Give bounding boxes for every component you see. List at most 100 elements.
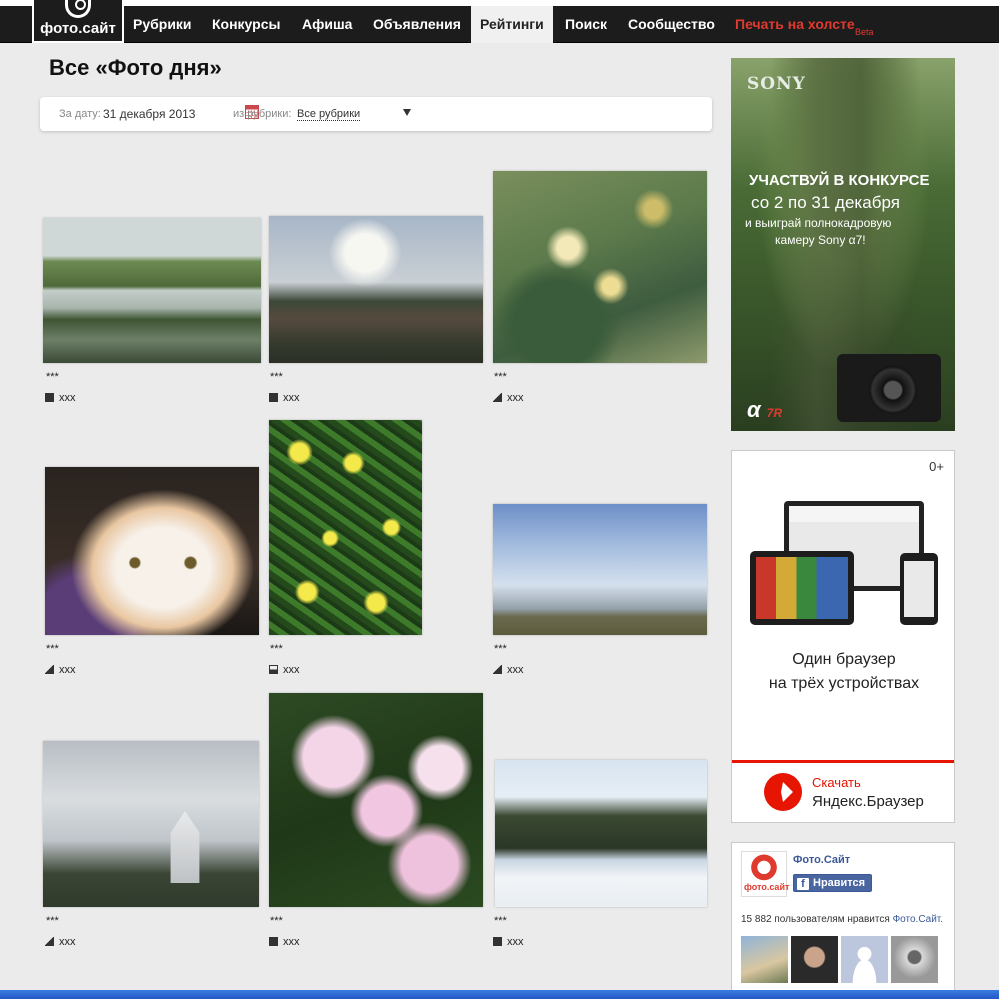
- photo-author[interactable]: xxx: [269, 936, 300, 948]
- author-name[interactable]: xxx: [59, 936, 76, 948]
- category-label: из рубрики:: [233, 108, 292, 120]
- site-logo-thumbnail[interactable]: фото.сайт: [741, 851, 790, 897]
- author-name[interactable]: xxx: [507, 392, 524, 404]
- filter-bar: За дату: 31 декабря 2013 из рубрики: Все…: [40, 97, 712, 131]
- photo-thumbnail-field[interactable]: [493, 504, 707, 635]
- author-level-icon: [45, 937, 54, 946]
- page-title: Все «Фото дня»: [49, 55, 222, 80]
- fan-avatar[interactable]: [791, 936, 838, 983]
- photo-author[interactable]: xxx: [45, 936, 76, 948]
- category-select[interactable]: Все рубрики: [297, 108, 361, 121]
- author-name[interactable]: xxx: [59, 664, 76, 676]
- date-value[interactable]: 31 декабря 2013: [103, 107, 195, 121]
- nav-events[interactable]: Афиша: [302, 6, 352, 43]
- author-level-icon: [493, 393, 502, 402]
- camera-model: α 7R: [747, 397, 782, 423]
- photo-author[interactable]: xxx: [493, 936, 524, 948]
- sony-banner-ad[interactable]: SONY УЧАСТВУЙ В КОНКУРСЕ со 2 по 31 дека…: [731, 58, 955, 431]
- photo-author[interactable]: xxx: [269, 392, 300, 404]
- like-count-link[interactable]: Фото.Сайт.: [893, 914, 943, 925]
- nav-community[interactable]: Сообщество: [628, 6, 715, 43]
- nav-canvas-print[interactable]: Печать на холсте: [735, 6, 855, 43]
- author-level-icon: [269, 665, 278, 674]
- facebook-icon: f: [797, 878, 809, 890]
- photo-caption[interactable]: ***: [494, 643, 507, 655]
- like-count-text: 15 882 пользователям нравится: [741, 914, 890, 925]
- yandex-browser-icon: [764, 773, 802, 811]
- photo-thumbnail-honeysuckle[interactable]: [493, 171, 707, 363]
- author-level-icon: [269, 937, 278, 946]
- photo-author[interactable]: xxx: [269, 664, 300, 676]
- author-level-icon: [45, 665, 54, 674]
- camera-lens-icon: [65, 0, 91, 18]
- photo-caption[interactable]: ***: [46, 915, 59, 927]
- photo-author[interactable]: xxx: [45, 664, 76, 676]
- yandex-browser-ad[interactable]: 0+ Один браузер на трёх устройствах Скач…: [731, 450, 955, 823]
- model-suffix: 7R: [766, 406, 783, 420]
- author-level-icon: [493, 937, 502, 946]
- ad-message: Один браузер: [792, 651, 896, 668]
- facebook-like-box: фото.сайт Фото.Сайт f Нравится 15 882 пол…: [731, 842, 955, 992]
- photo-caption[interactable]: ***: [46, 643, 59, 655]
- photo-thumbnail-village[interactable]: [269, 216, 483, 363]
- photo-caption[interactable]: ***: [270, 915, 283, 927]
- facebook-like-button[interactable]: f Нравится: [793, 874, 873, 892]
- facebook-page-name[interactable]: Фото.Сайт: [793, 854, 850, 866]
- author-level-icon: [269, 393, 278, 402]
- sony-logo: SONY: [747, 74, 806, 94]
- logo-text: фото.сайт: [40, 20, 116, 37]
- author-level-icon: [493, 665, 502, 674]
- author-name[interactable]: xxx: [283, 936, 300, 948]
- author-name[interactable]: xxx: [283, 664, 300, 676]
- fan-avatar[interactable]: [841, 936, 888, 983]
- ad-text: камеру Sony α7!: [775, 233, 866, 247]
- photo-author[interactable]: xxx: [493, 392, 524, 404]
- photo-author[interactable]: xxx: [493, 664, 524, 676]
- tablet-icon: [750, 551, 854, 625]
- photo-thumbnail-church[interactable]: [43, 741, 259, 907]
- author-name[interactable]: xxx: [507, 936, 524, 948]
- author-name[interactable]: xxx: [59, 392, 76, 404]
- ad-headline: УЧАСТВУЙ В КОНКУРСЕ: [749, 172, 930, 189]
- photo-caption[interactable]: ***: [46, 371, 59, 383]
- author-level-icon: [45, 393, 54, 402]
- download-label[interactable]: Скачать: [812, 775, 861, 790]
- photo-thumbnail-winter[interactable]: [495, 760, 707, 907]
- ad-message: на трёх устройствах: [768, 675, 920, 692]
- date-label: За дату:: [59, 108, 101, 120]
- fan-avatar[interactable]: [741, 936, 788, 983]
- like-count: 15 882 пользователям нравится Фото.Сайт.: [741, 914, 943, 925]
- phone-icon: [900, 553, 938, 625]
- beta-badge: Beta: [855, 27, 874, 37]
- age-rating-badge: 0+: [929, 459, 944, 474]
- photo-author[interactable]: xxx: [45, 392, 76, 404]
- download-product[interactable]: Яндекс.Браузер: [812, 793, 924, 810]
- photo-thumbnail-rhododendron[interactable]: [269, 693, 483, 907]
- photo-thumbnail-cat[interactable]: [45, 467, 259, 635]
- model-alpha: α: [747, 397, 761, 422]
- photo-caption[interactable]: ***: [494, 371, 507, 383]
- fan-avatar[interactable]: [891, 936, 938, 983]
- nav-search[interactable]: Поиск: [565, 6, 607, 43]
- photo-thumbnail-lake[interactable]: [43, 218, 261, 363]
- ad-text: и выиграй полнокадровую: [745, 216, 892, 230]
- main-navigation: фото.сайт Рубрики Конкурсы Афиша Объявле…: [0, 0, 999, 43]
- photo-caption[interactable]: ***: [270, 643, 283, 655]
- nav-contests[interactable]: Конкурсы: [212, 6, 280, 43]
- ad-divider: [732, 760, 954, 763]
- photo-caption[interactable]: ***: [270, 371, 283, 383]
- author-name[interactable]: xxx: [283, 392, 300, 404]
- author-name[interactable]: xxx: [507, 664, 524, 676]
- chevron-down-icon[interactable]: [403, 109, 411, 116]
- logo-thumbnail-text: фото.сайт: [744, 882, 790, 892]
- photo-caption[interactable]: ***: [494, 915, 507, 927]
- nav-ratings[interactable]: Рейтинги: [471, 6, 553, 43]
- nav-classifieds[interactable]: Объявления: [373, 6, 461, 43]
- site-logo[interactable]: фото.сайт: [32, 0, 124, 43]
- nav-rubrics[interactable]: Рубрики: [133, 6, 192, 43]
- like-label: Нравится: [813, 877, 866, 889]
- camera-icon: [837, 354, 941, 422]
- photo-thumbnail-anemones[interactable]: [269, 420, 422, 635]
- os-taskbar: [0, 990, 999, 999]
- ad-dates: со 2 по 31 декабря: [751, 193, 900, 212]
